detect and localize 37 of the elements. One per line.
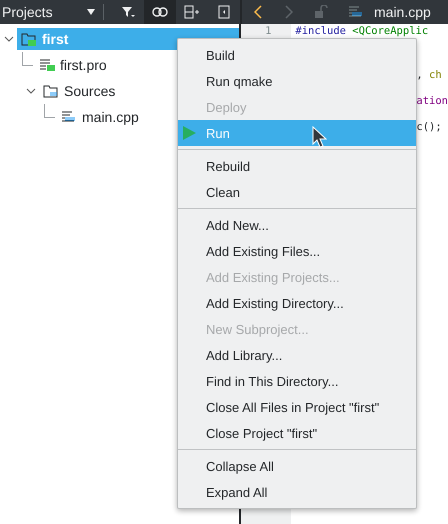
toolbar-button[interactable]: [144, 0, 176, 24]
line-number: 1: [264, 25, 272, 38]
code-token: <QCoreApplic: [352, 25, 428, 37]
filter-icon: [121, 5, 135, 19]
expanded-chevron-icon[interactable]: [26, 88, 36, 94]
source-folder-icon: [43, 84, 59, 98]
menu-item[interactable]: Add Existing Files...: [178, 238, 416, 264]
close-pane-icon: [218, 5, 230, 19]
menu-item[interactable]: Expand All: [178, 479, 416, 505]
code-token: ,: [416, 69, 424, 81]
code-token: ch: [429, 69, 442, 81]
menu-item[interactable]: Close All Files in Project "first": [178, 394, 416, 420]
cpp-file-icon: [61, 110, 77, 124]
menu-item[interactable]: Close Project "first": [178, 420, 416, 446]
mouse-pointer-icon: [312, 126, 327, 148]
menu-item[interactable]: Clean: [178, 179, 416, 205]
project-file-icon: [39, 58, 55, 72]
menu-item[interactable]: Add Existing Directory...: [178, 290, 416, 316]
menu-item[interactable]: Rebuild: [178, 153, 416, 179]
code-token: #include: [295, 25, 347, 37]
code-token: c();: [416, 121, 442, 133]
file-name: main.cpp: [374, 4, 431, 20]
project-folder-icon: [21, 32, 37, 46]
cpp-file-icon: [348, 5, 364, 19]
menu-item[interactable]: Add Library...: [178, 342, 416, 368]
link-icon: [152, 7, 168, 17]
menu-item[interactable]: Find in This Directory...: [178, 368, 416, 394]
menu-item[interactable]: Collapse All: [178, 453, 416, 479]
dropdown-caret-icon[interactable]: [87, 9, 95, 15]
menu-item[interactable]: Add New...: [178, 212, 416, 238]
play-icon: [182, 126, 196, 140]
menu-item[interactable]: Run qmake: [178, 68, 416, 94]
pane-title[interactable]: Projects: [0, 0, 53, 24]
code-token: ation: [416, 95, 448, 107]
lock-icon: [314, 5, 328, 19]
split-add-icon: [184, 5, 200, 19]
expanded-chevron-icon[interactable]: [4, 36, 14, 42]
